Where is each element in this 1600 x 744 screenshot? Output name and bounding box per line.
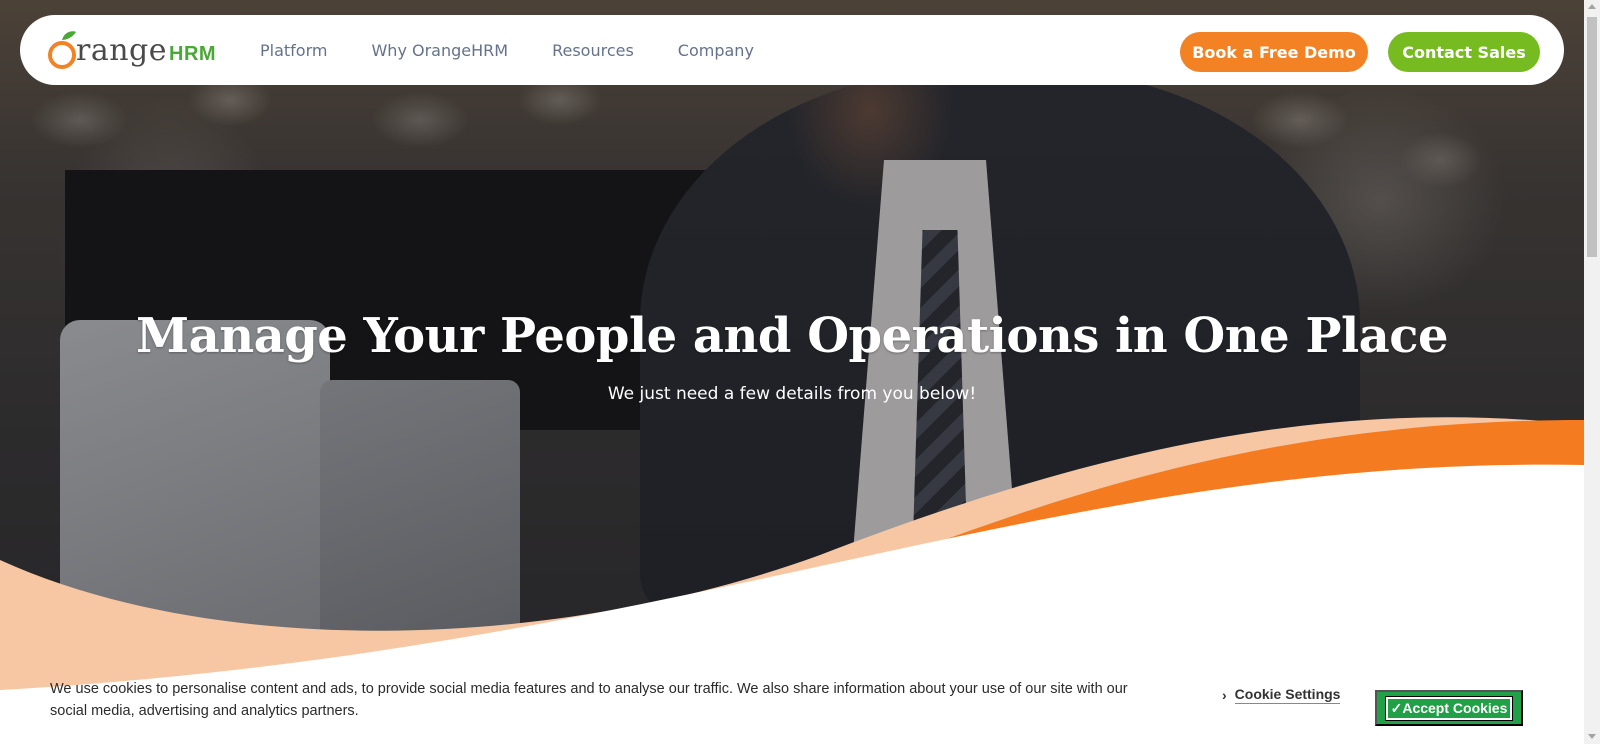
vertical-scrollbar[interactable] <box>1584 0 1600 744</box>
nav-links: Platform Why OrangeHRM Resources Company <box>260 15 798 85</box>
nav-platform[interactable]: Platform <box>260 41 327 60</box>
orange-leaf-icon <box>46 28 80 72</box>
nav-resources[interactable]: Resources <box>552 41 634 60</box>
cookie-settings-link[interactable]: › Cookie Settings <box>1222 686 1341 704</box>
hero-subtitle: We just need a few details from you belo… <box>607 384 977 404</box>
scrollbar-thumb[interactable] <box>1587 17 1597 257</box>
book-demo-button[interactable]: Book a Free Demo <box>1180 32 1368 72</box>
chevron-right-icon: › <box>1222 687 1227 703</box>
accept-cookies-button[interactable]: ✓Accept Cookies <box>1375 690 1523 726</box>
scroll-up-arrow-icon[interactable] <box>1588 4 1596 9</box>
logo-word: range <box>76 32 168 68</box>
scroll-down-arrow-icon[interactable] <box>1588 734 1596 739</box>
orangehrm-logo[interactable]: range HRM <box>46 28 216 72</box>
hero-wave-decoration <box>0 417 1584 744</box>
nav-why-orangehrm[interactable]: Why OrangeHRM <box>371 41 508 60</box>
cookie-message: We use cookies to personalise content an… <box>50 681 1128 719</box>
cookie-settings-label: Cookie Settings <box>1234 686 1341 704</box>
accept-cookies-label: ✓Accept Cookies <box>1384 695 1514 721</box>
top-navbar: range HRM Platform Why OrangeHRM Resourc… <box>20 15 1564 85</box>
logo-suffix: HRM <box>169 42 217 65</box>
contact-sales-button[interactable]: Contact Sales <box>1388 32 1540 72</box>
nav-company[interactable]: Company <box>678 41 754 60</box>
hero-title: Manage Your People and Operations in One… <box>135 308 1449 364</box>
